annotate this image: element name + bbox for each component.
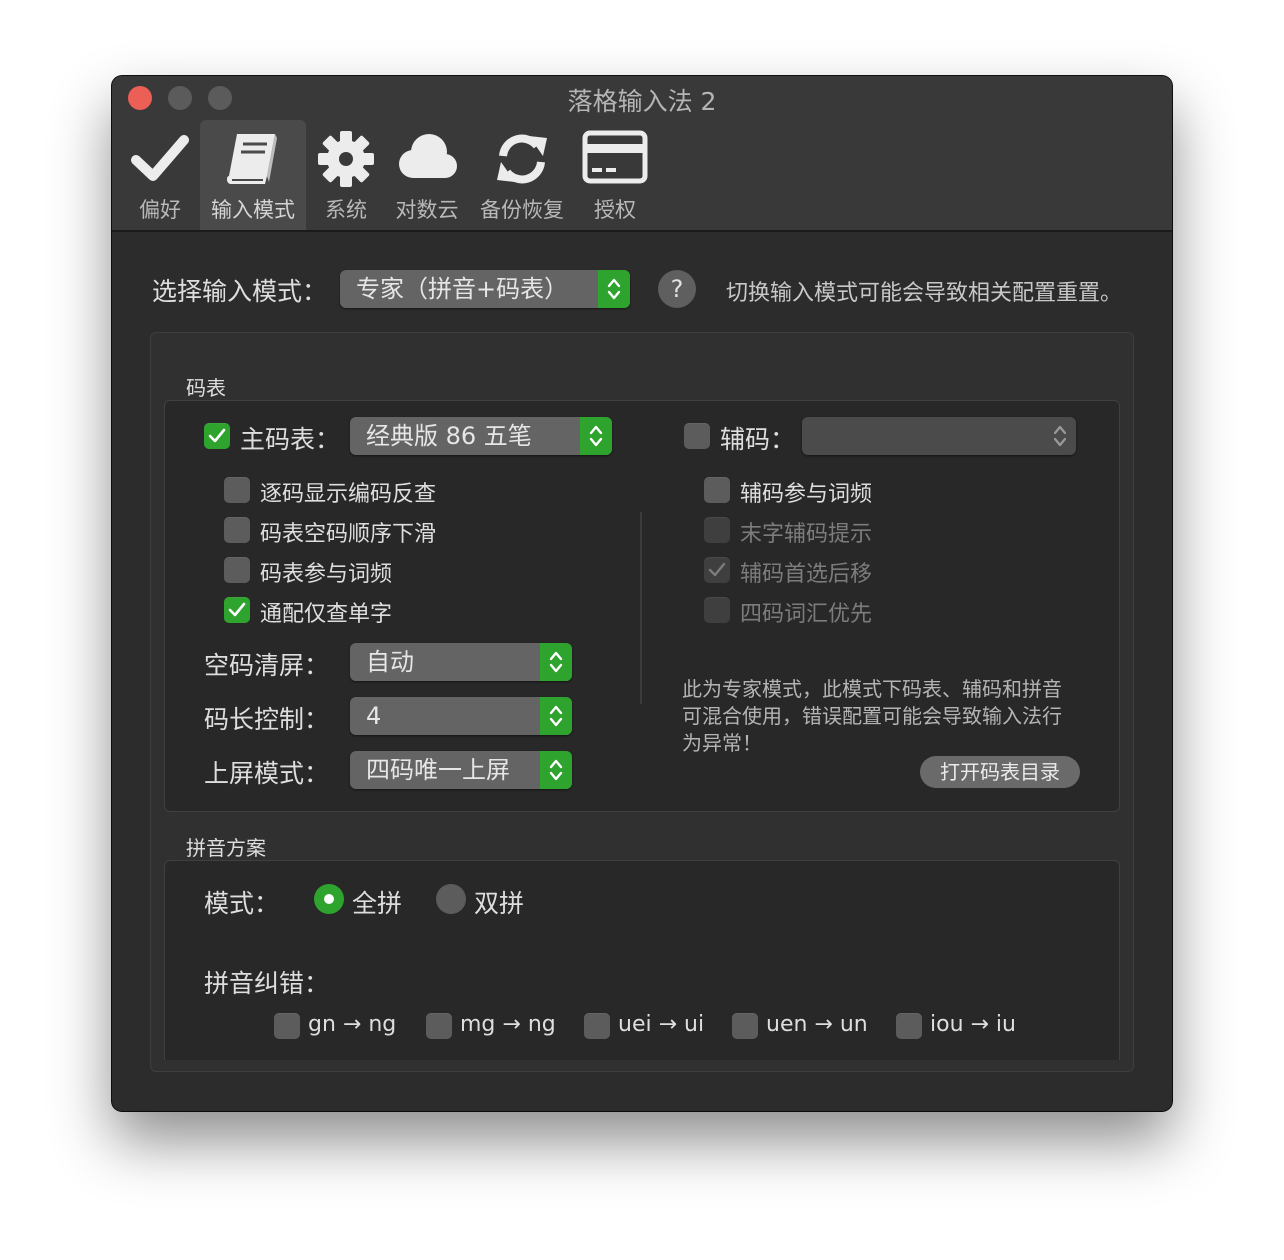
title-bar: 落格输入法 2 偏好 输入模式 系统 对数云 备份恢复 授权 — [112, 76, 1172, 232]
radio-label: 全拼 — [352, 889, 403, 918]
code-length-value: 4 — [366, 702, 382, 730]
code-length-select[interactable]: 4 — [350, 697, 572, 735]
option-label: 四码词汇优先 — [740, 602, 873, 627]
correction-label: uei → ui — [618, 1012, 705, 1037]
tab-label: 备份恢复 — [480, 198, 564, 222]
aux-code-label: 辅码： — [720, 425, 796, 454]
updown-chevron-icon — [598, 270, 630, 308]
option-label: 辅码参与词频 — [740, 482, 873, 507]
book-icon — [200, 130, 306, 190]
radio-label: 双拼 — [474, 889, 525, 918]
aux-first-choice-shift-checkbox[interactable] — [704, 557, 730, 583]
option-label: 码表空码顺序下滑 — [260, 522, 437, 547]
tab-license[interactable]: 授权 — [578, 120, 652, 230]
cloud-icon — [388, 130, 466, 190]
correction-uei-ui-checkbox[interactable] — [584, 1013, 610, 1039]
expert-mode-note: 此为专家模式，此模式下码表、辅码和拼音可混合使用，错误配置可能会导致输入法行为异… — [682, 677, 1062, 755]
wildcard-single-char-checkbox[interactable] — [224, 597, 250, 623]
check-icon — [208, 428, 226, 443]
checkmark-icon — [124, 130, 196, 190]
updown-chevron-icon — [540, 751, 572, 789]
option-label: 末字辅码提示 — [740, 522, 873, 547]
last-char-aux-hint-checkbox[interactable] — [704, 517, 730, 543]
pinyin-mode-label: 模式： — [204, 889, 280, 918]
option-label: 辅码首选后移 — [740, 562, 873, 587]
commit-mode-select[interactable]: 四码唯一上屏 — [350, 751, 572, 789]
input-mode-select[interactable]: 专家（拼音+码表） — [340, 270, 630, 308]
correction-gn-ng-checkbox[interactable] — [274, 1013, 300, 1039]
empty-clear-value: 自动 — [366, 648, 414, 676]
aux-code-select[interactable] — [802, 417, 1076, 455]
updown-chevron-icon — [540, 643, 572, 681]
main-table-select[interactable]: 经典版 86 五笔 — [350, 417, 612, 455]
mode-reset-hint: 切换输入模式可能会导致相关配置重置。 — [726, 281, 1123, 306]
tab-label: 系统 — [325, 198, 367, 222]
four-code-words-first-checkbox[interactable] — [704, 597, 730, 623]
tab-input-mode[interactable]: 输入模式 — [200, 120, 306, 230]
updown-chevron-icon — [1044, 417, 1076, 455]
option-label: 逐码显示编码反查 — [260, 482, 437, 507]
sync-icon — [474, 130, 570, 190]
window-title: 落格输入法 2 — [567, 87, 717, 116]
help-button[interactable]: ? — [658, 270, 696, 308]
table-frequency-checkbox[interactable] — [224, 557, 250, 583]
empty-clear-select[interactable]: 自动 — [350, 643, 572, 681]
correction-uen-un-checkbox[interactable] — [732, 1013, 758, 1039]
input-mode-label: 选择输入模式： — [152, 277, 328, 306]
correction-label: gn → ng — [308, 1012, 397, 1037]
check-icon — [708, 562, 726, 577]
tab-preferences[interactable]: 偏好 — [124, 120, 196, 230]
tab-label: 授权 — [594, 198, 636, 222]
aux-code-checkbox[interactable] — [684, 423, 710, 449]
correction-label: iou → iu — [930, 1012, 1016, 1037]
tab-cloud[interactable]: 对数云 — [388, 120, 466, 230]
updown-chevron-icon — [580, 417, 612, 455]
reverse-lookup-checkbox[interactable] — [224, 477, 250, 503]
commit-mode-label: 上屏模式： — [204, 759, 330, 788]
code-length-label: 码长控制： — [204, 705, 330, 734]
credit-card-icon — [578, 130, 652, 190]
tab-label: 对数云 — [395, 198, 459, 222]
preferences-window: 落格输入法 2 偏好 输入模式 系统 对数云 备份恢复 授权 选择输入模式： 专… — [112, 76, 1172, 1111]
column-divider — [640, 512, 642, 704]
open-table-folder-button[interactable]: 打开码表目录 — [920, 756, 1080, 788]
correction-iou-iu-checkbox[interactable] — [896, 1013, 922, 1039]
commit-mode-value: 四码唯一上屏 — [366, 756, 510, 784]
gear-icon — [312, 130, 380, 190]
empty-code-slide-checkbox[interactable] — [224, 517, 250, 543]
updown-chevron-icon — [540, 697, 572, 735]
empty-clear-label: 空码清屏： — [204, 651, 330, 680]
input-mode-value: 专家（拼音+码表） — [356, 275, 569, 303]
correction-mg-ng-checkbox[interactable] — [426, 1013, 452, 1039]
main-table-checkbox[interactable] — [204, 423, 230, 449]
tab-label: 输入模式 — [211, 198, 295, 222]
codetable-section-title: 码表 — [186, 376, 226, 400]
quanpin-radio[interactable] — [314, 884, 344, 914]
main-table-value: 经典版 86 五笔 — [366, 422, 532, 450]
tab-label: 偏好 — [139, 198, 181, 222]
main-table-label: 主码表： — [240, 425, 341, 454]
aux-frequency-checkbox[interactable] — [704, 477, 730, 503]
correction-label: mg → ng — [460, 1012, 556, 1037]
correction-label: uen → un — [766, 1012, 868, 1037]
shuangpin-radio[interactable] — [436, 884, 466, 914]
tab-backup-restore[interactable]: 备份恢复 — [474, 120, 570, 230]
option-label: 码表参与词频 — [260, 562, 393, 587]
tab-system[interactable]: 系统 — [312, 120, 380, 230]
check-icon — [228, 602, 246, 617]
pinyin-section-title: 拼音方案 — [186, 836, 266, 860]
pinyin-correction-label: 拼音纠错： — [204, 969, 330, 998]
option-label: 通配仅查单字 — [260, 602, 393, 627]
